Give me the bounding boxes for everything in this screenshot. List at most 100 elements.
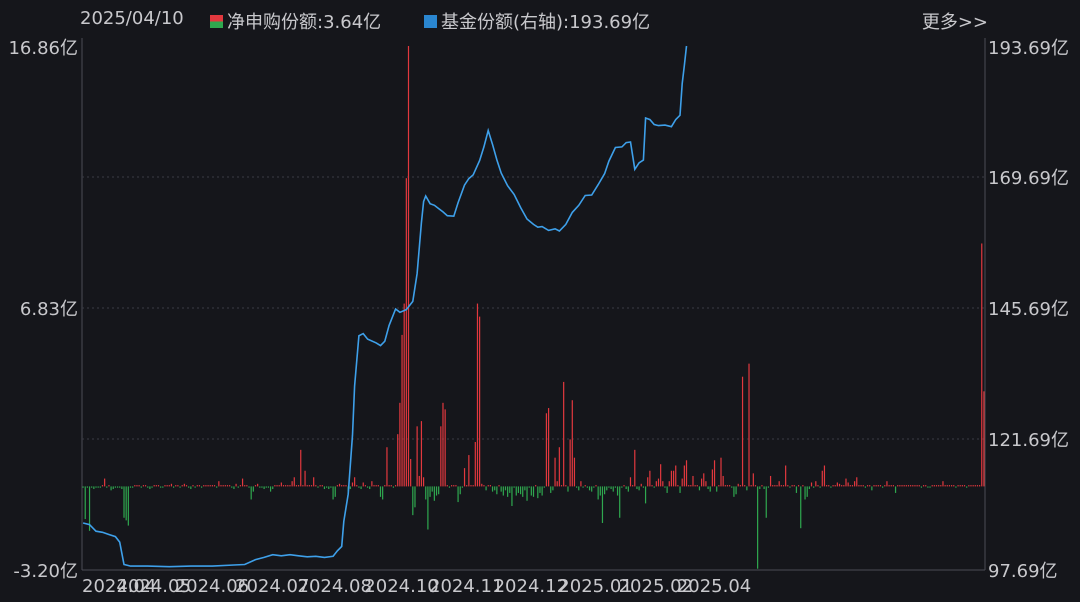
net-subscription-bar[interactable] [813,486,815,488]
net-subscription-bar[interactable] [955,486,957,488]
net-subscription-bar[interactable] [259,486,261,488]
net-subscription-bar[interactable] [819,486,821,488]
net-subscription-bar[interactable] [444,409,446,487]
net-subscription-bar[interactable] [91,486,93,488]
net-subscription-bar[interactable] [625,486,627,490]
net-subscription-bar[interactable] [864,486,866,488]
net-subscription-bar[interactable] [530,486,532,496]
net-subscription-bar[interactable] [394,485,397,487]
net-subscription-bar[interactable] [838,483,841,487]
net-subscription-bar[interactable] [651,485,653,487]
net-subscription-bar[interactable] [438,486,440,495]
net-subscription-bar[interactable] [168,485,170,487]
net-subscription-bar[interactable] [711,469,713,487]
net-subscription-bar[interactable] [358,486,360,488]
net-subscription-bar[interactable] [364,485,366,487]
net-subscription-bar[interactable] [108,485,110,487]
net-subscription-bar[interactable] [377,485,379,487]
net-subscription-bar[interactable] [914,485,916,487]
net-subscription-bar[interactable] [82,486,84,488]
net-subscription-bar[interactable] [834,485,836,487]
net-subscription-bar[interactable] [220,485,222,487]
net-subscription-bar[interactable] [731,486,733,488]
net-subscription-bar[interactable] [582,486,584,488]
net-subscription-bar[interactable] [371,481,373,487]
net-subscription-bar[interactable] [147,486,149,488]
net-subscription-bar[interactable] [593,486,595,488]
net-subscription-bar[interactable] [196,485,198,487]
net-subscription-bar[interactable] [578,486,580,491]
net-subscription-bar[interactable] [970,485,972,487]
net-subscription-bar[interactable] [944,485,946,487]
net-subscription-bar[interactable] [310,485,313,487]
net-subscription-bar[interactable] [537,486,539,499]
net-subscription-bar[interactable] [144,485,147,487]
net-subscription-bar[interactable] [222,485,224,487]
net-subscription-bar[interactable] [302,485,304,487]
net-subscription-bar[interactable] [750,485,752,487]
net-subscription-bar[interactable] [789,486,791,488]
net-subscription-bar[interactable] [522,486,524,497]
net-subscription-bar[interactable] [718,485,720,487]
net-subscription-bar[interactable] [550,486,552,493]
net-subscription-bar[interactable] [511,486,513,506]
net-subscription-bar[interactable] [257,483,259,487]
net-subscription-bar[interactable] [515,486,517,496]
net-subscription-bar[interactable] [498,485,500,487]
net-subscription-bar[interactable] [446,485,448,487]
net-subscription-bar[interactable] [466,485,468,487]
net-subscription-bar[interactable] [457,486,459,503]
net-subscription-bar[interactable] [349,486,351,490]
net-subscription-bar[interactable] [470,485,472,487]
net-subscription-bar[interactable] [951,485,953,487]
net-subscription-bar[interactable] [476,303,479,487]
net-subscription-bar[interactable] [116,486,119,488]
net-subscription-bar[interactable] [334,486,336,497]
net-subscription-bar[interactable] [175,485,177,487]
net-subscription-bar[interactable] [429,486,431,497]
net-subscription-bar[interactable] [151,486,153,488]
net-subscription-bar[interactable] [677,485,679,487]
net-subscription-bar[interactable] [285,485,287,487]
net-subscription-bar[interactable] [213,485,216,487]
net-subscription-bar[interactable] [815,481,817,487]
net-subscription-bar[interactable] [946,485,948,487]
net-subscription-bar[interactable] [897,485,899,487]
net-subscription-bar[interactable] [584,485,586,487]
net-subscription-bar[interactable] [233,486,235,490]
net-subscription-bar[interactable] [203,485,205,487]
net-subscription-bar[interactable] [854,481,856,487]
net-subscription-bar[interactable] [979,485,981,487]
net-subscription-bar[interactable] [632,485,634,487]
net-subscription-bar[interactable] [974,485,976,487]
net-subscription-bar[interactable] [218,481,220,487]
net-subscription-bar[interactable] [843,485,845,487]
net-subscription-bar[interactable] [526,486,528,501]
net-subscription-bar[interactable] [338,483,341,487]
net-subscription-bar[interactable] [261,486,263,488]
net-subscription-bar[interactable] [638,486,640,491]
net-subscription-bar[interactable] [608,486,610,488]
net-subscription-bar[interactable] [614,486,616,488]
net-subscription-bar[interactable] [841,485,843,487]
net-subscription-bar[interactable] [491,486,494,492]
net-subscription-bar[interactable] [106,486,108,488]
net-subscription-bar[interactable] [274,485,276,487]
net-subscription-bar[interactable] [304,470,306,487]
net-subscription-bar[interactable] [606,486,608,491]
net-subscription-bar[interactable] [343,485,345,487]
net-subscription-bar[interactable] [142,485,145,487]
net-subscription-bar[interactable] [573,457,576,487]
net-subscription-bar[interactable] [308,485,310,487]
net-subscription-bar[interactable] [267,486,270,488]
net-subscription-bar[interactable] [873,485,875,487]
net-subscription-bar[interactable] [983,391,985,487]
net-subscription-bar[interactable] [123,486,125,518]
net-subscription-bar[interactable] [565,485,567,487]
fund-shares-line[interactable] [82,45,688,568]
net-subscription-bar[interactable] [162,486,164,488]
net-subscription-bar[interactable] [879,485,882,487]
net-subscription-bar[interactable] [547,408,550,487]
net-subscription-bar[interactable] [804,486,806,500]
net-subscription-bar[interactable] [735,486,737,495]
